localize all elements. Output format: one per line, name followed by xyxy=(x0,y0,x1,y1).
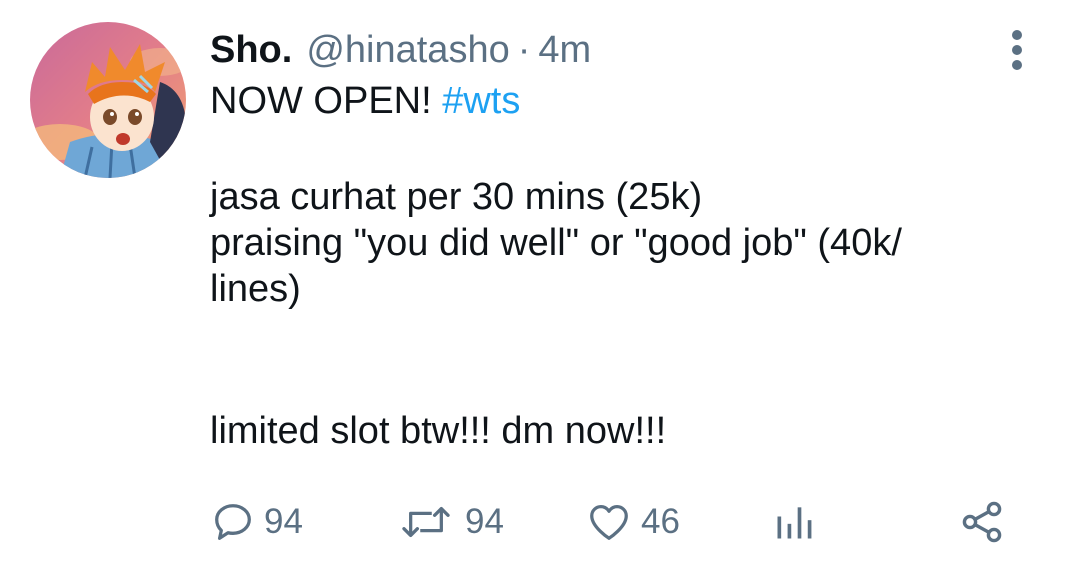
tweet-line-5: limited slot btw!!! dm now!!! xyxy=(210,410,667,452)
like-button[interactable]: 46 xyxy=(585,496,680,548)
bar-chart-icon xyxy=(777,507,812,539)
reply-button[interactable]: 94 xyxy=(210,496,303,548)
hashtag-link[interactable]: #wts xyxy=(442,80,520,122)
user-handle[interactable]: @hinatasho xyxy=(306,27,509,73)
tweet-text: NOW OPEN! #wts jasa curhat per 30 mins (… xyxy=(210,78,1040,454)
share-nodes-icon xyxy=(962,501,1002,543)
timestamp[interactable]: 4m xyxy=(538,27,591,73)
like-count: 46 xyxy=(641,502,680,541)
reply-count: 94 xyxy=(264,502,303,541)
tweet-card[interactable]: Sho. @hinatasho · 4m NOW OPEN! #wts jasa… xyxy=(0,0,1080,564)
share-button[interactable] xyxy=(958,496,1006,548)
more-options-button[interactable] xyxy=(1000,30,1034,70)
action-bar: 94 94 46 xyxy=(210,496,1030,548)
tweet-header: Sho. @hinatasho · 4m xyxy=(210,27,591,75)
retweet-count: 94 xyxy=(465,502,504,541)
tweet-line-4: lines) xyxy=(210,268,301,310)
speech-bubble-icon xyxy=(215,504,251,540)
heart-icon xyxy=(590,505,628,540)
retweet-button[interactable]: 94 xyxy=(395,496,504,548)
avatar-image xyxy=(30,22,186,178)
avatar[interactable] xyxy=(30,22,186,178)
separator-dot: · xyxy=(517,29,531,71)
retweet-arrows-icon xyxy=(402,506,450,538)
tweet-line-1: NOW OPEN! #wts xyxy=(210,80,521,122)
tweet-line-2: jasa curhat per 30 mins (25k) xyxy=(210,176,703,218)
display-name[interactable]: Sho. xyxy=(210,27,292,73)
vertical-ellipsis-icon xyxy=(1012,30,1022,40)
analytics-button[interactable] xyxy=(772,496,816,548)
tweet-line-3: praising "you did well" or "good job" (4… xyxy=(210,222,902,264)
